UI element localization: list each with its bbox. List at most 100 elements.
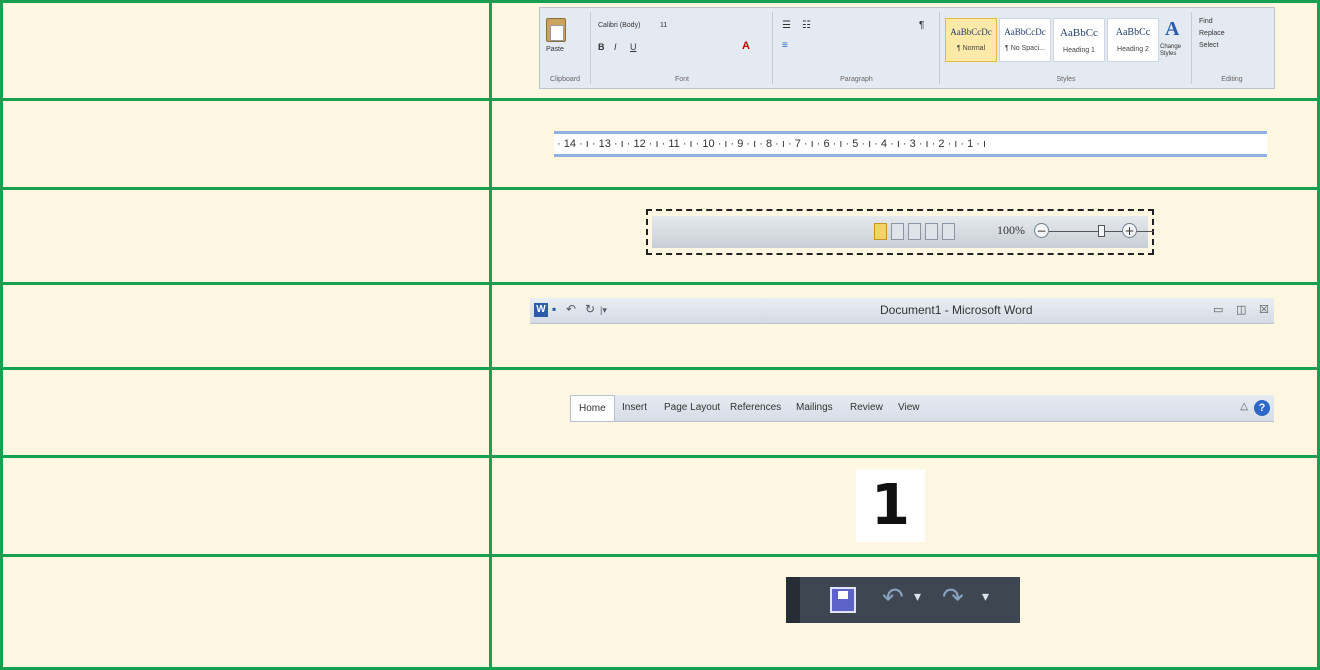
- title-bar: W ▪ ↶ ↻ |▾ Document1 - Microsoft Word ▭ …: [530, 298, 1274, 324]
- style-preview: AaBbCcDc: [1004, 27, 1046, 37]
- label-cell-titlebar: [3, 285, 492, 370]
- font-size-box[interactable]: 11: [660, 22, 667, 29]
- close-icon[interactable]: ☒: [1259, 303, 1269, 316]
- zoom-slider-thumb[interactable]: [1098, 225, 1105, 237]
- find-button[interactable]: Find: [1199, 18, 1213, 25]
- label-cell-ruler: [3, 101, 492, 190]
- tab-view[interactable]: View: [890, 395, 928, 421]
- font-name-box[interactable]: Calibri (Body): [598, 22, 640, 29]
- style-preview: AaBbCc: [1060, 27, 1098, 39]
- underline-button[interactable]: U: [630, 42, 637, 52]
- word-logo-icon[interactable]: W: [534, 303, 548, 317]
- draft-view-icon[interactable]: [942, 223, 955, 240]
- image-cell-tabs: Home Insert Page Layout References Maili…: [492, 370, 1317, 458]
- zoom-in-icon[interactable]: +: [1122, 223, 1137, 238]
- italic-button[interactable]: I: [614, 42, 617, 52]
- image-cell-titlebar: W ▪ ↶ ↻ |▾ Document1 - Microsoft Word ▭ …: [492, 285, 1317, 370]
- ruler-tick: 10: [702, 138, 715, 150]
- statusbar-frame: 100% − +: [646, 209, 1154, 255]
- help-icon[interactable]: ?: [1254, 400, 1270, 416]
- select-button[interactable]: Select: [1199, 42, 1218, 49]
- image-cell-number: 1: [492, 458, 1317, 557]
- image-cell-quick-access: ↶ ▾ ↷ ▾: [492, 557, 1317, 667]
- redo-dropdown-icon[interactable]: ▾: [982, 589, 989, 605]
- ribbon-tabs: Home Insert Page Layout References Maili…: [570, 395, 1274, 422]
- ribbon: Paste Clipboard Calibri (Body) 11 B I U …: [539, 7, 1275, 89]
- style-preview: AaBbCc: [1115, 27, 1151, 38]
- editing-group-label: Editing: [1221, 76, 1243, 83]
- window-title: Document1 - Microsoft Word: [880, 303, 1033, 317]
- customize-toolbar-icon[interactable]: |▾: [600, 305, 607, 316]
- style-no-spacing[interactable]: AaBbCcDc ¶ No Spaci...: [999, 18, 1051, 62]
- full-screen-view-icon[interactable]: [891, 223, 904, 240]
- image-cell-ribbon: Paste Clipboard Calibri (Body) 11 B I U …: [492, 3, 1317, 101]
- number-card: 1: [856, 469, 925, 542]
- pilcrow-icon[interactable]: ¶: [919, 20, 924, 31]
- change-styles-label: Change Styles: [1160, 44, 1182, 57]
- outline-view-icon[interactable]: [925, 223, 938, 240]
- ruler-tick: 14: [563, 138, 577, 150]
- save-icon[interactable]: [830, 587, 856, 613]
- print-layout-view-icon[interactable]: [874, 223, 887, 240]
- undo-icon[interactable]: ↶: [882, 583, 904, 613]
- clipboard-group-label: Clipboard: [550, 76, 580, 83]
- clipboard-group: Paste Clipboard: [540, 12, 591, 84]
- redo-icon[interactable]: ↻: [585, 302, 595, 316]
- styles-group-label: Styles: [1056, 76, 1076, 83]
- paragraph-group: ☰ ☷ ¶ ≡ Paragraph: [774, 12, 940, 84]
- web-layout-view-icon[interactable]: [908, 223, 921, 240]
- style-normal[interactable]: AaBbCcDc ¶ Normal: [945, 18, 997, 62]
- image-cell-statusbar: 100% − +: [492, 190, 1317, 285]
- ruler-tick: 13: [598, 138, 611, 150]
- font-color-icon[interactable]: A: [742, 40, 750, 52]
- zoom-level[interactable]: 100%: [997, 223, 1025, 238]
- style-heading-2[interactable]: AaBbCc Heading 2: [1107, 18, 1159, 62]
- editing-group: Find Replace Select Editing: [1193, 12, 1271, 84]
- tab-home[interactable]: Home: [570, 395, 615, 421]
- label-cell-quick-access: [3, 557, 492, 667]
- paste-label: Paste: [546, 46, 564, 53]
- number-value: 1: [871, 473, 910, 538]
- bullets-icon[interactable]: ☰: [782, 20, 791, 31]
- undo-icon[interactable]: ↶: [566, 302, 576, 316]
- ruler-tick: 11: [668, 138, 680, 150]
- zoom-out-icon[interactable]: −: [1034, 223, 1049, 238]
- label-cell-number: [3, 458, 492, 557]
- style-name: ¶ Normal: [956, 45, 986, 52]
- style-name: Heading 2: [1117, 46, 1149, 53]
- tab-review[interactable]: Review: [842, 395, 891, 421]
- numbering-icon[interactable]: ☷: [802, 20, 811, 31]
- replace-button[interactable]: Replace: [1199, 30, 1225, 37]
- ruler-tick: 12: [633, 138, 646, 150]
- style-preview: AaBbCcDc: [950, 27, 992, 37]
- label-cell-tabs: [3, 370, 492, 458]
- tab-page-layout[interactable]: Page Layout: [656, 395, 728, 421]
- paragraph-group-label: Paragraph: [840, 76, 873, 83]
- font-group-label: Font: [674, 76, 689, 83]
- image-cell-ruler: · 14 · ı · 13 · ı · 12 · ı · 11 · ı · 10…: [492, 101, 1317, 190]
- tab-mailings[interactable]: Mailings: [788, 395, 841, 421]
- ruler[interactable]: · 14 · ı · 13 · ı · 12 · ı · 11 · ı · 10…: [554, 131, 1267, 157]
- bold-button[interactable]: B: [598, 42, 605, 52]
- maximize-icon[interactable]: ◫: [1236, 303, 1246, 316]
- save-icon[interactable]: ▪: [552, 302, 556, 316]
- minimize-icon[interactable]: ▭: [1213, 303, 1223, 316]
- font-group: Calibri (Body) 11 B I U A Font: [592, 12, 773, 84]
- tab-references[interactable]: References: [722, 395, 789, 421]
- comparison-table: Paste Clipboard Calibri (Body) 11 B I U …: [0, 0, 1320, 670]
- change-styles-icon[interactable]: A: [1165, 18, 1179, 41]
- tab-insert[interactable]: Insert: [614, 395, 655, 421]
- style-name: Heading 1: [1063, 47, 1095, 54]
- style-name: ¶ No Spaci...: [1005, 45, 1045, 52]
- ruler-tick: ·: [554, 138, 564, 150]
- styles-group: AaBbCcDc ¶ Normal AaBbCcDc ¶ No Spaci...…: [941, 12, 1192, 84]
- toolbar-edge: [786, 577, 800, 623]
- redo-icon[interactable]: ↷: [942, 583, 964, 613]
- statusbar: 100% − +: [652, 216, 1153, 248]
- style-heading-1[interactable]: AaBbCc Heading 1: [1053, 18, 1105, 62]
- minimize-ribbon-icon[interactable]: △: [1240, 401, 1248, 412]
- align-left-icon[interactable]: ≡: [782, 40, 788, 51]
- quick-access-toolbar: ↶ ▾ ↷ ▾: [786, 577, 1020, 623]
- paste-icon[interactable]: [546, 18, 566, 42]
- undo-dropdown-icon[interactable]: ▾: [914, 589, 921, 605]
